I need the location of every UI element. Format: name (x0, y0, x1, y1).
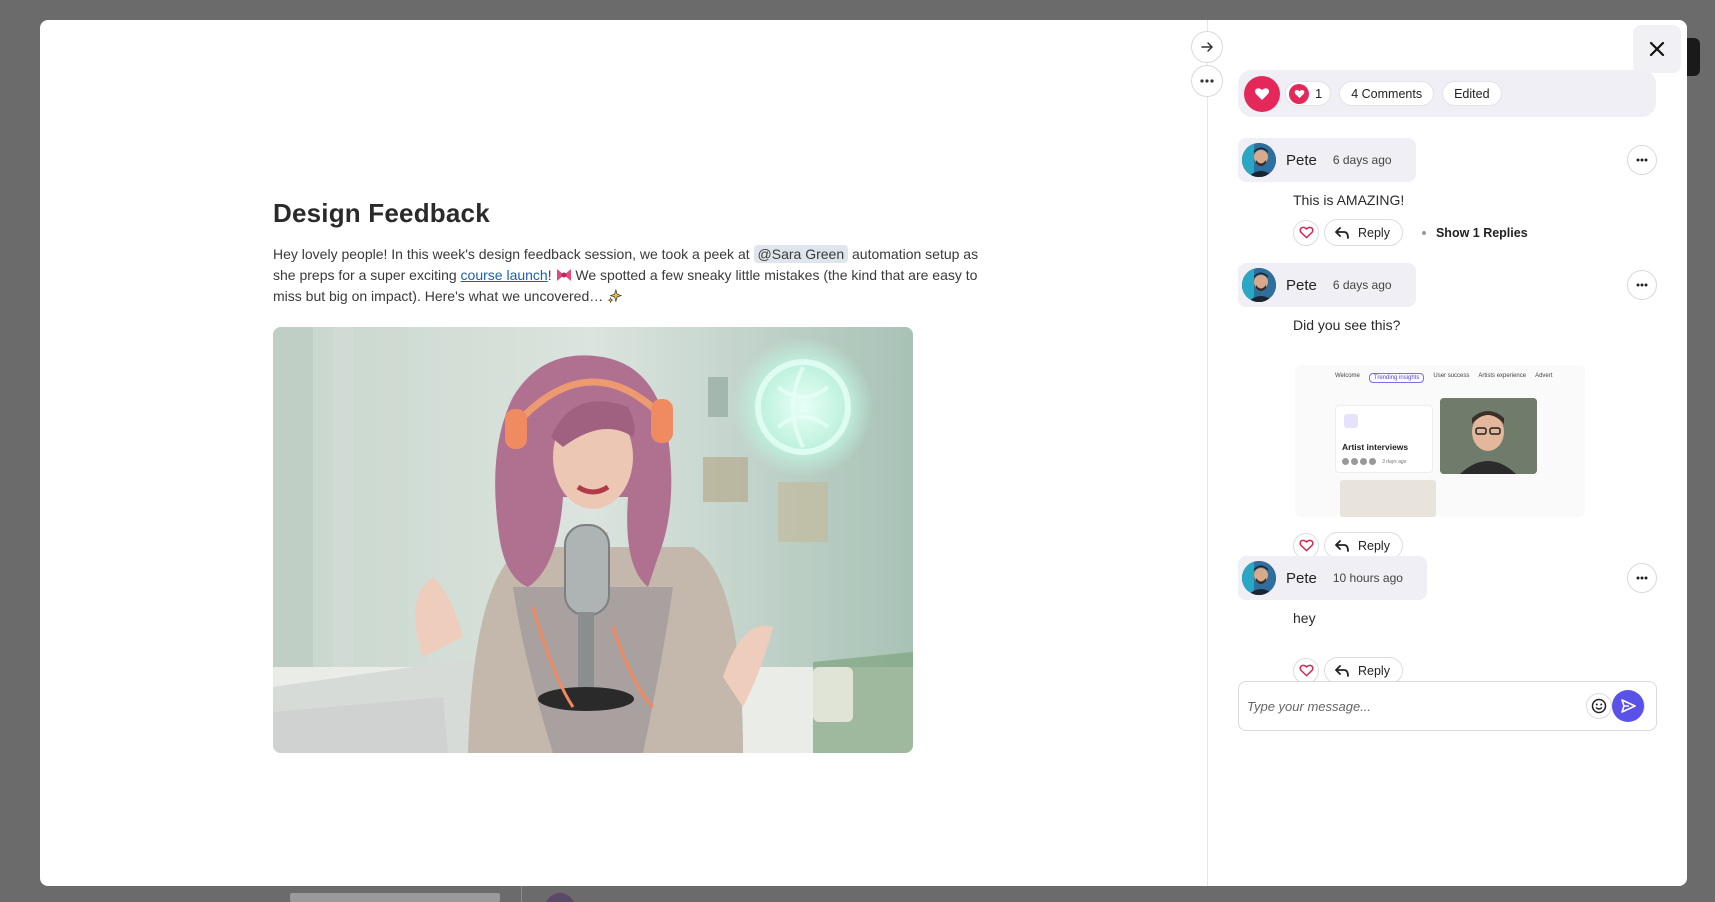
attachment-video-thumb (1440, 398, 1537, 474)
comment-author[interactable]: Pete (1286, 570, 1317, 587)
ribbon-emoji-icon (556, 269, 571, 281)
more-horizontal-icon (1636, 576, 1648, 580)
close-icon (1649, 41, 1665, 57)
podcaster-photo (273, 327, 913, 753)
post-content: Design Feedback Hey lovely people! In th… (273, 198, 1003, 307)
post-body-exclaim: ! (547, 267, 556, 283)
arrow-right-icon (1201, 42, 1214, 52)
attachment-tab: Advert (1535, 373, 1553, 379)
attachment-strip (1340, 480, 1436, 517)
more-horizontal-icon (1636, 158, 1648, 162)
attachment-card-meta: 3 days ago (1382, 458, 1407, 465)
artist-icon (1344, 414, 1358, 428)
emoji-button[interactable] (1586, 693, 1612, 719)
like-comment-button[interactable] (1293, 532, 1319, 559)
comment-header: Pete 6 days ago (1238, 138, 1416, 182)
post-modal: Design Feedback Hey lovely people! In th… (40, 20, 1687, 886)
reply-label: Reply (1358, 538, 1390, 553)
heart-icon (1298, 664, 1314, 677)
post-hero-image (273, 327, 913, 753)
avatar[interactable] (1242, 561, 1276, 595)
comment-attachment-image[interactable]: Welcome Trending insights User success A… (1295, 365, 1585, 517)
send-icon (1621, 699, 1636, 713)
attachment-tab-active: Trending insights (1368, 373, 1425, 383)
avatar[interactable] (1242, 268, 1276, 302)
reply-icon (1335, 664, 1349, 677)
reply-button[interactable]: Reply (1324, 657, 1403, 684)
reactions-bar: 1 4 Comments Edited (1238, 70, 1656, 117)
comment-options-button[interactable] (1627, 145, 1657, 175)
comment-time: 10 hours ago (1332, 571, 1403, 585)
reply-icon (1335, 539, 1349, 552)
comment-time: 6 days ago (1332, 278, 1392, 292)
send-button[interactable] (1612, 690, 1644, 722)
comment-header: Pete 6 days ago (1238, 263, 1416, 307)
attachment-tabs: Welcome Trending insights User success A… (1335, 373, 1552, 383)
more-horizontal-icon (1636, 283, 1648, 287)
reply-label: Reply (1358, 225, 1390, 240)
post-title: Design Feedback (273, 198, 490, 228)
comment-actions: Reply (1293, 532, 1403, 559)
attachment-tab: Artists experience (1478, 373, 1527, 379)
comment-text: Did you see this? (1293, 317, 1401, 333)
heart-icon (1298, 539, 1314, 552)
attachment-card-title: Artist interviews (1342, 442, 1409, 452)
comment-text: This is AMAZING! (1293, 192, 1405, 208)
like-comment-button[interactable] (1293, 657, 1319, 684)
comment-options-button[interactable] (1627, 270, 1657, 300)
course-launch-link[interactable]: course launch (461, 267, 548, 283)
edited-badge[interactable]: Edited (1442, 81, 1502, 106)
more-horizontal-icon (1200, 79, 1214, 83)
attachment-tab: Welcome (1335, 373, 1360, 379)
likes-count-chip[interactable]: 1 (1285, 81, 1332, 106)
reply-label: Reply (1358, 663, 1390, 678)
reply-button[interactable]: Reply (1324, 532, 1403, 559)
show-replies-button[interactable]: Show 1 Replies (1436, 226, 1528, 240)
sidebar-divider (1207, 20, 1208, 886)
comment-author[interactable]: Pete (1286, 277, 1317, 294)
attachment-card: Artist interviews 3 days ago (1335, 405, 1433, 473)
like-post-button[interactable] (1244, 75, 1280, 112)
smiley-icon (1591, 698, 1607, 714)
post-body: Hey lovely people! In this week's design… (273, 244, 983, 307)
comment-options-button[interactable] (1627, 563, 1657, 593)
sparkles-emoji-icon (607, 289, 623, 303)
mention-sara-green[interactable]: @Sara Green (753, 245, 849, 263)
heart-icon (1255, 87, 1269, 100)
likes-count: 1 (1315, 86, 1323, 101)
post-body-intro: Hey lovely people! In this week's design… (273, 246, 754, 262)
comment-author[interactable]: Pete (1286, 152, 1317, 169)
heart-icon (1289, 83, 1309, 104)
heart-icon (1298, 226, 1314, 239)
reply-icon (1335, 226, 1349, 239)
message-input[interactable] (1247, 698, 1537, 714)
comments-count-button[interactable]: 4 Comments (1339, 81, 1435, 106)
close-button[interactable] (1633, 25, 1681, 73)
comment-header: Pete 10 hours ago (1238, 556, 1427, 600)
post-options-button[interactable] (1191, 65, 1223, 97)
attachment-tab: User success (1433, 373, 1470, 379)
background-strip (290, 893, 500, 902)
comment-actions: Reply Show 1 Replies (1293, 219, 1528, 246)
attachment-card-avatars: 3 days ago (1342, 458, 1406, 465)
comment-text: hey (1293, 610, 1316, 626)
attachment-fade (1555, 365, 1585, 517)
separator-dot (1421, 230, 1426, 235)
comment-time: 6 days ago (1332, 153, 1392, 167)
background-avatar (545, 893, 575, 902)
collapse-panel-button[interactable] (1191, 31, 1223, 63)
background-divider (521, 886, 522, 902)
avatar[interactable] (1242, 143, 1276, 177)
like-comment-button[interactable] (1293, 219, 1319, 246)
comment-actions: Reply (1293, 657, 1403, 684)
reply-button[interactable]: Reply (1324, 219, 1403, 246)
